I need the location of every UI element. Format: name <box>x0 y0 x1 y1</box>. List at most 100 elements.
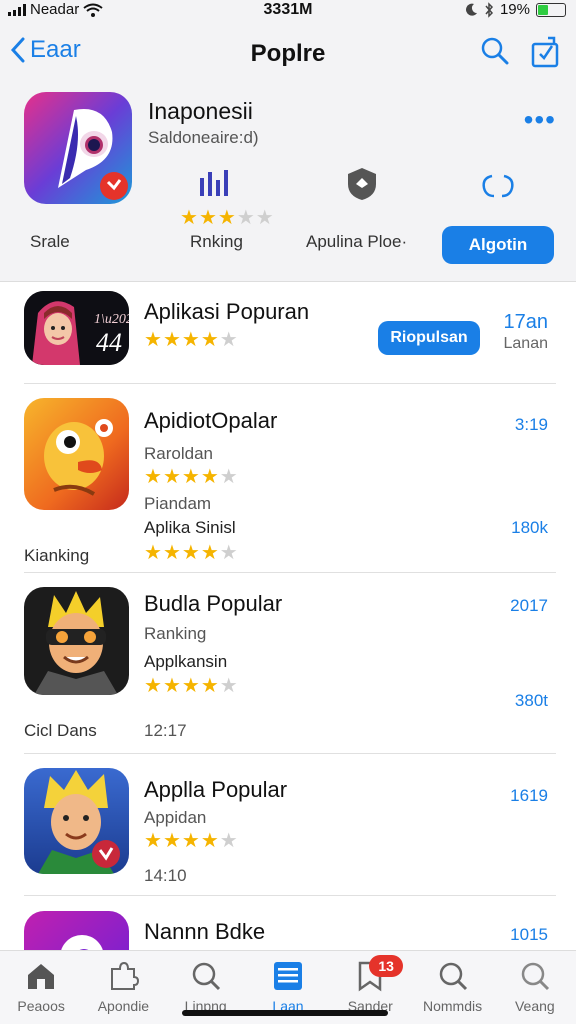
app-meta: 180k <box>511 518 548 537</box>
star-filled-icon: ★ <box>162 329 181 351</box>
sync-icon <box>482 174 514 198</box>
app-rating: ★ ★ ★ ★ ★ <box>144 676 238 696</box>
tab-apondie[interactable]: Apondie <box>82 951 164 1024</box>
star-filled-icon: ★ <box>200 675 219 697</box>
app-line: Applkansin <box>144 652 228 671</box>
app-logo-icon <box>58 108 128 200</box>
search-icon <box>521 962 549 991</box>
divider <box>24 895 556 896</box>
app-title: Applla Popular <box>144 777 288 802</box>
search-icon[interactable] <box>480 36 510 66</box>
more-options-icon[interactable]: ••• <box>524 104 556 136</box>
star-filled-icon: ★ <box>181 675 200 697</box>
app-left-label: Kianking <box>24 546 90 565</box>
shield-icon <box>348 168 376 200</box>
app-meta: 17an <box>503 311 549 333</box>
app-meta: Lanan <box>503 335 549 352</box>
ranking-chart-icon <box>200 170 228 196</box>
star-filled-icon: ★ <box>180 207 198 229</box>
search-icon <box>192 962 220 991</box>
featured-rating: ★ ★ ★ ★ ★ <box>180 208 274 228</box>
duck-character-icon <box>44 419 113 496</box>
featured-app-subtitle: Saldoneaire:d) <box>148 128 259 147</box>
masked-hero-icon <box>34 591 118 695</box>
star-filled-icon: ★ <box>198 207 217 229</box>
get-button[interactable]: Riopulsan <box>378 321 480 355</box>
star-empty-icon: ★ <box>255 207 274 229</box>
app-rating: ★ ★ ★ ★ ★ <box>144 330 238 350</box>
star-filled-icon: ★ <box>200 329 219 351</box>
puzzle-icon <box>111 961 140 990</box>
tab-veang[interactable]: Veang <box>494 951 576 1024</box>
svg-text:1\u202fgs: 1\u202fgs <box>94 312 129 327</box>
star-filled-icon: ★ <box>200 466 219 488</box>
star-filled-icon: ★ <box>162 542 181 564</box>
app-line: Appidan <box>144 808 207 827</box>
app-line: Raroldan <box>144 444 213 463</box>
star-filled-icon: ★ <box>181 830 200 852</box>
svg-text:44: 44 <box>96 328 122 357</box>
star-empty-icon: ★ <box>236 207 255 229</box>
star-filled-icon: ★ <box>144 466 162 488</box>
star-empty-icon: ★ <box>219 466 238 488</box>
divider <box>24 572 556 573</box>
app-rating: ★ ★ ★ ★ ★ <box>144 543 238 563</box>
list-icon <box>273 962 302 990</box>
nav-bar: Eaar Poplre <box>0 36 576 76</box>
notification-badge: 13 <box>369 955 404 977</box>
scale-label: Srale <box>30 232 70 251</box>
star-filled-icon: ★ <box>181 542 200 564</box>
tab-label: Peaoos <box>17 998 65 1014</box>
app-line: Aplika Sinisl <box>144 518 236 537</box>
home-indicator <box>182 1010 388 1016</box>
app-line: Ranking <box>144 624 207 643</box>
app-meta: 380t <box>514 691 548 710</box>
app-icon: 1\u202fgs 44 <box>24 291 129 365</box>
hooded-character-icon: 1\u202fgs 44 <box>24 291 129 365</box>
star-filled-icon: ★ <box>144 542 162 564</box>
star-filled-icon: ★ <box>181 329 200 351</box>
star-filled-icon: ★ <box>181 466 200 488</box>
star-filled-icon: ★ <box>217 207 236 229</box>
app-line: Piandam <box>144 494 212 513</box>
app-left-label: Cicl Dans <box>24 721 97 740</box>
star-filled-icon: ★ <box>144 675 162 697</box>
app-meta: 1619 <box>510 786 548 805</box>
app-meta: 3:19 <box>514 415 548 434</box>
featured-app-name: Inaponesii <box>148 98 253 124</box>
battery-percent: 19% <box>499 1 530 18</box>
star-filled-icon: ★ <box>162 830 181 852</box>
app-meta: 2017 <box>510 596 548 615</box>
star-filled-icon: ★ <box>162 675 181 697</box>
app-icon <box>24 398 129 510</box>
app-icon <box>24 768 129 874</box>
home-icon <box>28 964 55 989</box>
app-title: Aplikasi Popuran <box>144 299 310 324</box>
app-title: Budla Popular <box>144 591 283 616</box>
blond-character-icon <box>38 770 120 874</box>
app-icon <box>24 587 129 695</box>
search-icon <box>439 962 467 991</box>
get-button[interactable]: Algotin <box>442 226 554 264</box>
share-icon[interactable] <box>530 36 560 68</box>
ranking-label: Rnking <box>190 232 243 251</box>
star-filled-icon: ★ <box>200 542 219 564</box>
applina-label: Apulina Ploe· <box>306 232 408 251</box>
featured-app-header: Eaar Poplre Inaponesii Saldoneaire:d) ••… <box>0 22 576 282</box>
tab-label: Veang <box>514 998 555 1014</box>
app-rating: ★ ★ ★ ★ ★ <box>144 467 238 487</box>
star-filled-icon: ★ <box>200 830 219 852</box>
tab-peaoos[interactable]: Peaoos <box>0 951 82 1024</box>
app-meta: 1015 <box>510 925 548 944</box>
app-title: ApidiotOpalar <box>144 408 278 433</box>
star-filled-icon: ★ <box>144 830 162 852</box>
star-filled-icon: ★ <box>162 466 181 488</box>
battery-icon <box>536 2 566 17</box>
status-bar: Neadar 3331M 19% <box>0 0 576 22</box>
tab-nommdis[interactable]: Nommdis <box>411 951 493 1024</box>
app-title: Nannn Bdke <box>144 919 266 944</box>
star-empty-icon: ★ <box>219 329 238 351</box>
tab-label: Nommdis <box>422 998 483 1014</box>
star-empty-icon: ★ <box>219 675 238 697</box>
featured-app-icon[interactable] <box>24 92 132 204</box>
